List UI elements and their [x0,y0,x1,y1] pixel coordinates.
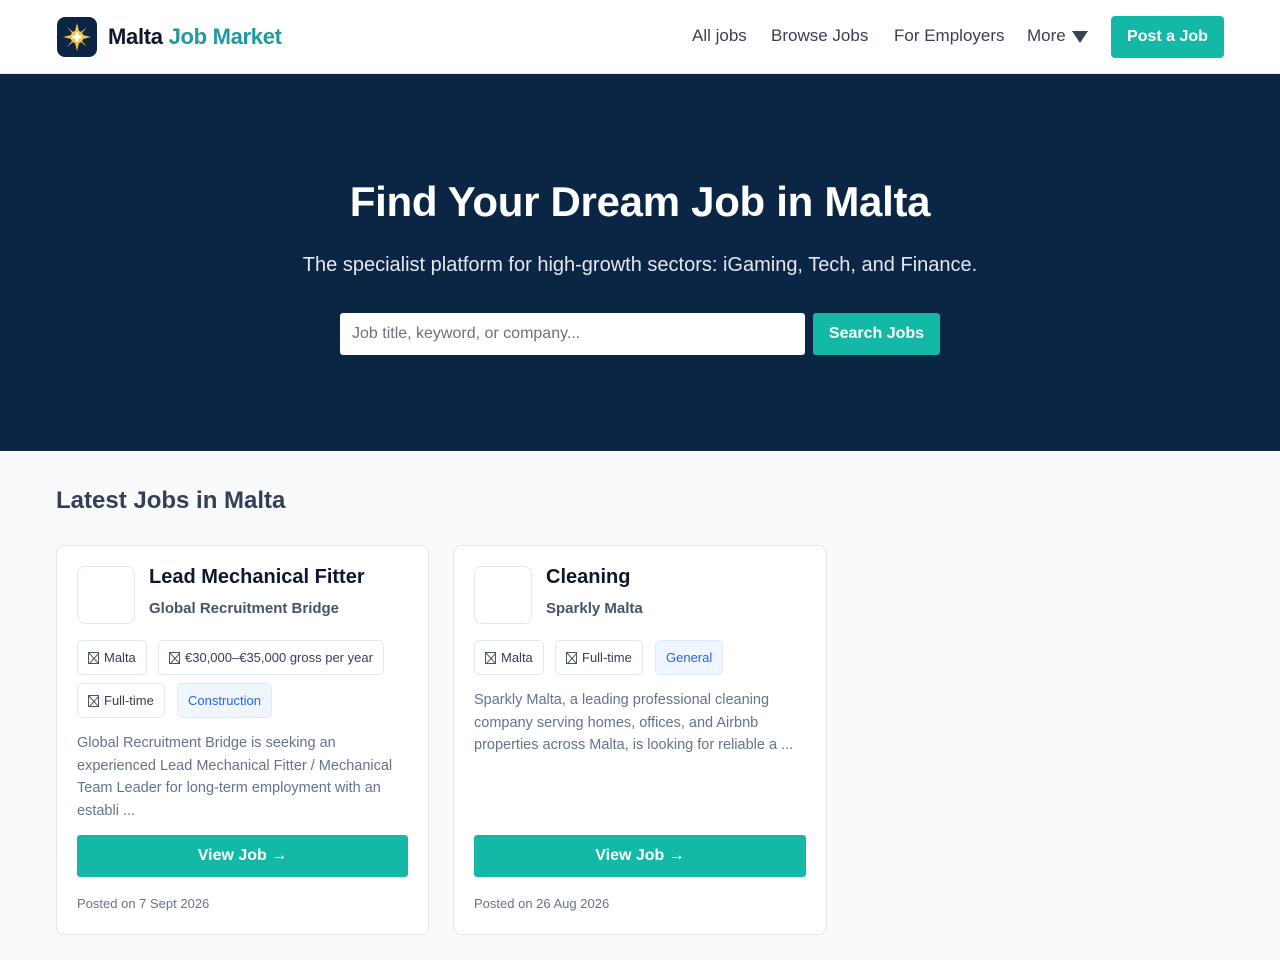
main-nav: All jobs Browse Jobs For Employers More [0,26,1280,50]
job-search-input[interactable] [340,313,805,355]
job-title[interactable]: Lead Mechanical Fitter [149,566,365,589]
job-title[interactable]: Cleaning [546,566,630,589]
search-jobs-button[interactable]: Search Jobs [813,313,940,355]
caret-down-icon [1071,30,1088,43]
post-job-button[interactable]: Post a Job [1111,16,1224,58]
location-tag: Malta [77,640,147,675]
category-tag[interactable]: General [655,640,724,675]
job-type-icon [88,694,99,707]
location-icon [485,651,496,664]
hero-section: Find Your Dream Job in Malta The special… [0,74,1280,451]
job-description: Sparkly Malta, a leading professional cl… [474,692,794,753]
nav-more-dropdown[interactable]: More [1027,26,1088,46]
salary-tag: €30,000–€35,000 gross per year [158,640,384,675]
nav-for-employers[interactable]: For Employers [894,26,1005,46]
view-job-button[interactable]: View Job → [474,835,806,877]
company-name: Global Recruitment Bridge [149,600,340,617]
job-type-text: Full-time [582,650,632,665]
location-icon [88,651,99,664]
category-tag[interactable]: Construction [177,683,272,718]
latest-jobs-title: Latest Jobs in Malta [56,487,286,514]
location-text: Malta [104,650,136,665]
nav-more-label: More [1027,26,1066,45]
salary-icon [169,651,180,664]
hero-title: Find Your Dream Job in Malta [349,178,931,225]
job-type-icon [566,651,577,664]
nav-all-jobs[interactable]: All jobs [692,26,747,46]
job-type-tag: Full-time [555,640,643,675]
salary-text: €30,000–€35,000 gross per year [185,650,373,665]
job-card: Cleaning Sparkly Malta Malta Full-time G… [453,545,827,935]
site-header: Malta Job Market All jobs Browse Jobs Fo… [0,0,1280,74]
job-card: Lead Mechanical Fitter Global Recruitmen… [56,545,429,935]
view-job-button[interactable]: View Job → [77,835,408,877]
job-type-tag: Full-time [77,683,165,718]
location-tag: Malta [474,640,544,675]
location-text: Malta [501,650,533,665]
company-logo [474,566,532,624]
nav-browse-jobs[interactable]: Browse Jobs [771,26,868,46]
posted-date: Posted on 7 Sept 2026 [77,896,210,911]
company-name: Sparkly Malta [546,600,643,617]
hero-subtitle: The specialist platform for high-growth … [302,254,978,276]
posted-date: Posted on 26 Aug 2026 [474,896,610,911]
job-type-text: Full-time [104,693,154,708]
company-logo [77,566,135,624]
job-description: Global Recruitment Bridge is seeking an … [77,735,393,819]
